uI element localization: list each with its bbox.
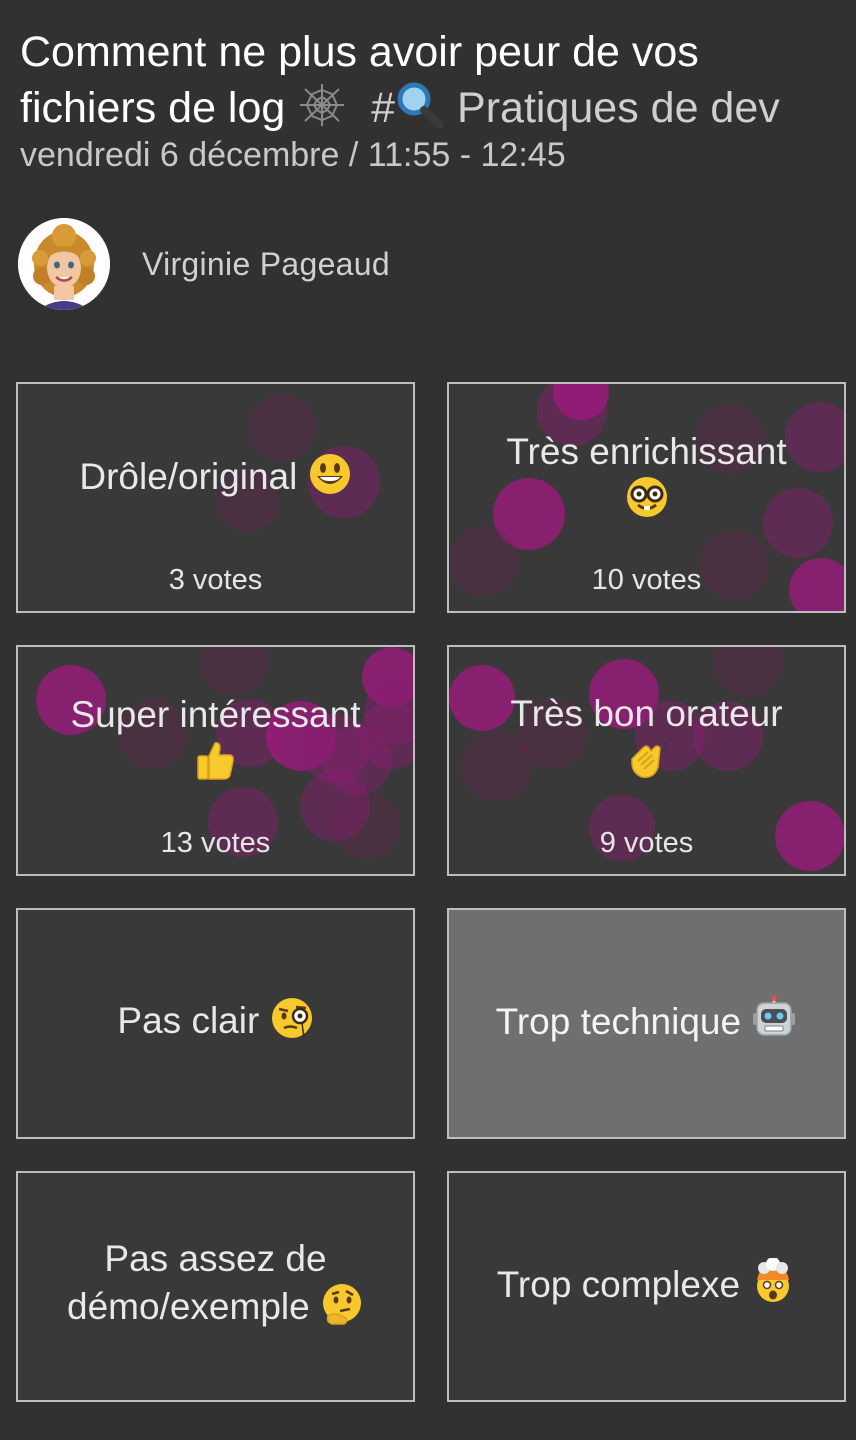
card-label: Trop complexe: [496, 1264, 741, 1305]
feedback-card-tres-enrichissant[interactable]: Très enrichissant 10 votes: [447, 382, 846, 613]
speaker-avatar[interactable]: [18, 218, 110, 310]
card-votes: 9 votes: [599, 827, 694, 859]
thumbs-up-icon: [193, 738, 237, 793]
exploding-head-icon: [750, 1257, 796, 1315]
face-with-monocle-icon: [270, 996, 314, 1051]
card-label: Très bon orateur: [510, 693, 783, 734]
feedback-card-pas-clair[interactable]: Pas clair: [16, 908, 415, 1139]
card-label-line1: Pas assez de: [104, 1238, 327, 1279]
talk-title: Comment ne plus avoir peur de vos fichie…: [20, 24, 840, 142]
clapping-hands-icon: [624, 736, 670, 794]
card-label: Drôle/original: [79, 456, 298, 497]
feedback-card-trop-technique[interactable]: Trop technique: [447, 908, 846, 1139]
talk-datetime: vendredi 6 décembre / 11:55 - 12:45: [20, 136, 566, 174]
thinking-face-icon: [320, 1282, 364, 1337]
spider-web-icon: [297, 82, 347, 142]
card-votes: 3 votes: [168, 564, 263, 596]
grinning-face-icon: [308, 452, 352, 507]
card-votes: 10 votes: [591, 564, 702, 596]
nerd-face-icon: [625, 475, 669, 530]
feedback-grid: Drôle/original 3 votes Très enrichissant: [16, 382, 846, 1402]
magnifier-icon: [395, 80, 445, 142]
feedback-card-tres-bon-orateur[interactable]: Très bon orateur 9 votes: [447, 645, 846, 876]
speaker[interactable]: Virginie Pageaud: [18, 218, 390, 310]
card-label-line2: démo/exemple: [67, 1286, 310, 1327]
card-label: Pas clair: [117, 1000, 260, 1041]
feedback-card-pas-assez-de-demo[interactable]: Pas assez de démo/exemple: [16, 1171, 415, 1402]
speaker-name[interactable]: Virginie Pageaud: [142, 246, 390, 283]
feedback-card-drole-original[interactable]: Drôle/original 3 votes: [16, 382, 415, 613]
track-hash: #: [371, 84, 396, 132]
card-label: Trop technique: [495, 1001, 742, 1042]
robot-icon: [751, 995, 797, 1052]
feedback-card-trop-complexe[interactable]: Trop complexe: [447, 1171, 846, 1402]
track-label: Pratiques de dev: [457, 84, 780, 132]
card-votes: 13 votes: [160, 827, 271, 859]
card-label: Très enrichissant: [506, 431, 787, 472]
card-label: Super intéressant: [70, 694, 361, 735]
feedback-card-super-interessant[interactable]: Super intéressant 13 votes: [16, 645, 415, 876]
